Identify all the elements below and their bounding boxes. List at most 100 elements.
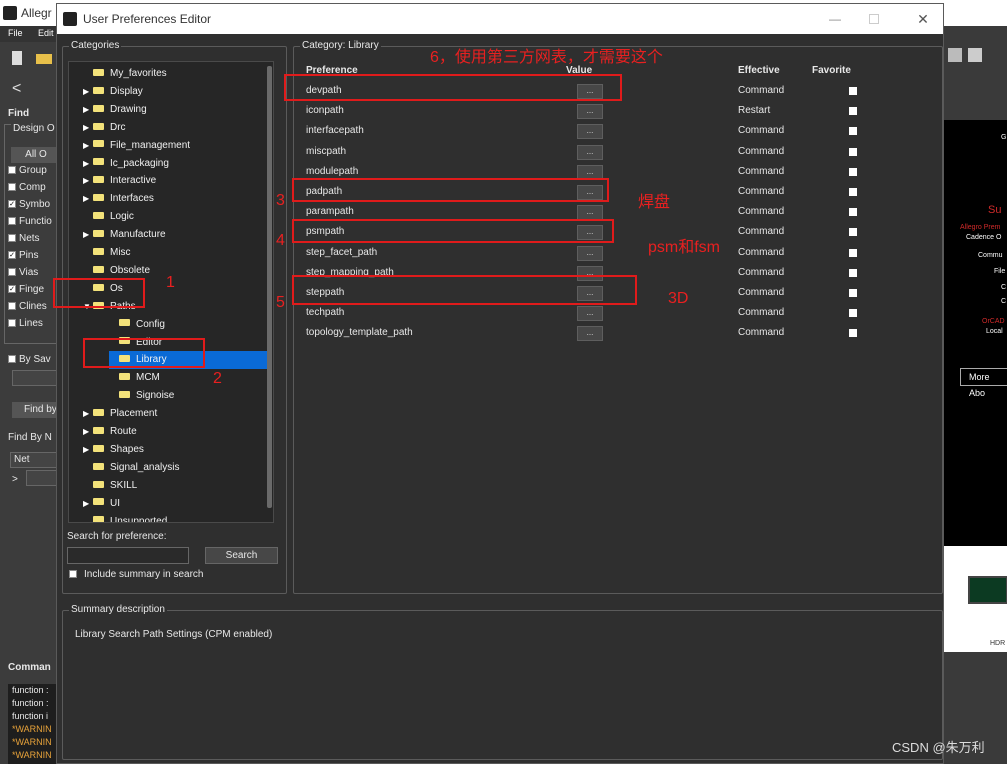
favorite-checkbox[interactable] xyxy=(849,107,857,116)
effective-value: Command xyxy=(738,327,785,339)
expand-arrow-icon[interactable]: ▶ xyxy=(83,172,93,190)
find-item[interactable]: Comp xyxy=(8,182,46,193)
include-summary-checkbox[interactable]: Include summary in search xyxy=(69,569,204,580)
folder-icon xyxy=(93,86,104,94)
info-icon[interactable] xyxy=(968,48,982,62)
find-item[interactable]: Functio xyxy=(8,216,52,227)
tree-node-drc[interactable]: ▶ Drc xyxy=(73,119,126,137)
tree-node-skill[interactable]: SKILL xyxy=(73,477,137,495)
name-arrow[interactable]: > xyxy=(12,474,18,485)
tree-node-misc[interactable]: Misc xyxy=(73,244,131,262)
favorite-checkbox[interactable] xyxy=(849,87,857,95)
by-saved-option[interactable]: By Sav xyxy=(8,354,51,365)
net-select[interactable]: Net xyxy=(10,452,62,468)
find-item-checkbox[interactable]: ✓ xyxy=(8,285,16,294)
value-browse-button[interactable]: ... xyxy=(577,306,603,322)
find-item-checkbox[interactable] xyxy=(8,166,16,175)
find-item[interactable]: ✓ Finge xyxy=(8,284,44,295)
favorite-checkbox[interactable] xyxy=(849,329,857,338)
expand-arrow-icon[interactable]: ▶ xyxy=(83,405,93,423)
favorite-checkbox[interactable] xyxy=(849,228,857,237)
by-saved-field[interactable] xyxy=(12,370,62,386)
value-browse-button[interactable]: ... xyxy=(577,144,603,160)
tree-node-ui[interactable]: ▶ UI xyxy=(73,495,120,513)
folder-icon xyxy=(93,122,104,130)
find-item-checkbox[interactable] xyxy=(8,234,16,243)
expand-arrow-icon[interactable]: ▶ xyxy=(83,83,93,101)
command-line: function : xyxy=(12,698,49,708)
favorite-checkbox[interactable] xyxy=(849,268,857,277)
tree-node-shapes[interactable]: ▶ Shapes xyxy=(73,441,144,459)
tree-node-interfaces[interactable]: ▶ Interfaces xyxy=(73,190,154,208)
tree-node-display[interactable]: ▶ Display xyxy=(73,83,143,101)
value-browse-button[interactable]: ... xyxy=(577,124,603,140)
open-folder-icon[interactable] xyxy=(36,54,52,64)
find-item[interactable]: ✓ Symbo xyxy=(8,199,50,210)
search-button[interactable]: Search xyxy=(205,547,278,564)
favorite-checkbox[interactable] xyxy=(849,309,857,318)
search-input[interactable] xyxy=(67,547,189,564)
find-item-checkbox[interactable] xyxy=(8,268,16,277)
tree-node-config[interactable]: Config xyxy=(99,316,165,334)
tree-node-route[interactable]: ▶ Route xyxy=(73,423,137,441)
find-item[interactable]: Lines xyxy=(8,318,43,329)
favorite-checkbox[interactable] xyxy=(849,248,857,257)
tree-node-placement[interactable]: ▶ Placement xyxy=(73,405,157,423)
tree-node-my_favorites[interactable]: My_favorites xyxy=(73,65,167,83)
value-browse-button[interactable]: ... xyxy=(577,245,603,261)
expand-arrow-icon[interactable]: ▶ xyxy=(83,226,93,244)
maximize-button[interactable] xyxy=(869,14,879,24)
value-browse-button[interactable]: ... xyxy=(577,205,603,221)
tree-node-signoise[interactable]: Signoise xyxy=(99,387,174,405)
expand-arrow-icon[interactable]: ▶ xyxy=(83,423,93,441)
find-item-checkbox[interactable] xyxy=(8,183,16,192)
find-item[interactable]: Vias xyxy=(8,267,38,278)
tree-node-logic[interactable]: Logic xyxy=(73,208,134,226)
tree-node-interactive[interactable]: ▶ Interactive xyxy=(73,172,156,190)
new-file-icon[interactable] xyxy=(12,51,22,65)
find-item-checkbox[interactable] xyxy=(8,319,16,328)
expand-arrow-icon[interactable]: ▶ xyxy=(83,155,93,173)
find-item[interactable]: Nets xyxy=(8,233,40,244)
find-item[interactable]: Group xyxy=(8,165,47,176)
value-browse-button[interactable]: ... xyxy=(577,104,603,120)
find-by-button[interactable]: Find by xyxy=(12,402,62,418)
tree-node-mcm[interactable]: MCM xyxy=(99,369,160,387)
expand-arrow-icon[interactable]: ▶ xyxy=(83,190,93,208)
value-browse-button[interactable]: ... xyxy=(577,326,603,342)
share-icon[interactable]: < xyxy=(12,80,21,98)
tree-scrollbar[interactable] xyxy=(267,66,272,508)
find-item-checkbox[interactable]: ✓ xyxy=(8,251,16,260)
minimize-button[interactable]: — xyxy=(825,4,845,34)
find-item[interactable]: Clines xyxy=(8,301,47,312)
expand-arrow-icon[interactable]: ▶ xyxy=(83,495,93,513)
menu-file[interactable]: File xyxy=(8,28,23,38)
tree-node-signal_analysis[interactable]: Signal_analysis xyxy=(73,459,180,477)
expand-arrow-icon[interactable]: ▶ xyxy=(83,119,93,137)
favorite-checkbox[interactable] xyxy=(849,147,857,156)
favorite-checkbox[interactable] xyxy=(849,167,857,176)
favorite-checkbox[interactable] xyxy=(849,208,857,217)
all-on-button[interactable]: All O xyxy=(11,147,61,163)
expand-arrow-icon[interactable]: ▶ xyxy=(83,101,93,119)
tree-node-unsupported[interactable]: Unsupported xyxy=(73,513,167,522)
watermark: CSDN @朱万利 xyxy=(892,740,985,755)
find-item-checkbox[interactable] xyxy=(8,217,16,226)
favorite-checkbox[interactable] xyxy=(849,289,857,297)
expand-arrow-icon[interactable]: ▶ xyxy=(83,441,93,459)
expand-arrow-icon[interactable]: ▶ xyxy=(83,137,93,155)
find-item[interactable]: ✓ Pins xyxy=(8,250,38,261)
find-item-checkbox[interactable]: ✓ xyxy=(8,200,16,209)
start-c2: C xyxy=(1001,298,1007,305)
favorite-checkbox[interactable] xyxy=(849,127,857,136)
find-item-checkbox[interactable] xyxy=(8,302,16,311)
tree-node-file_management[interactable]: ▶ File_management xyxy=(73,137,190,155)
close-button[interactable]: ✕ xyxy=(913,4,933,34)
tree-node-ic_packaging[interactable]: ▶ Ic_packaging xyxy=(73,155,169,173)
tree-node-drawing[interactable]: ▶ Drawing xyxy=(73,101,147,119)
report-icon[interactable] xyxy=(948,48,962,62)
menu-edit[interactable]: Edit xyxy=(38,28,54,38)
more-about-button[interactable]: More Abo xyxy=(960,368,1007,398)
tree-node-manufacture[interactable]: ▶ Manufacture xyxy=(73,226,166,244)
favorite-checkbox[interactable] xyxy=(849,188,857,196)
